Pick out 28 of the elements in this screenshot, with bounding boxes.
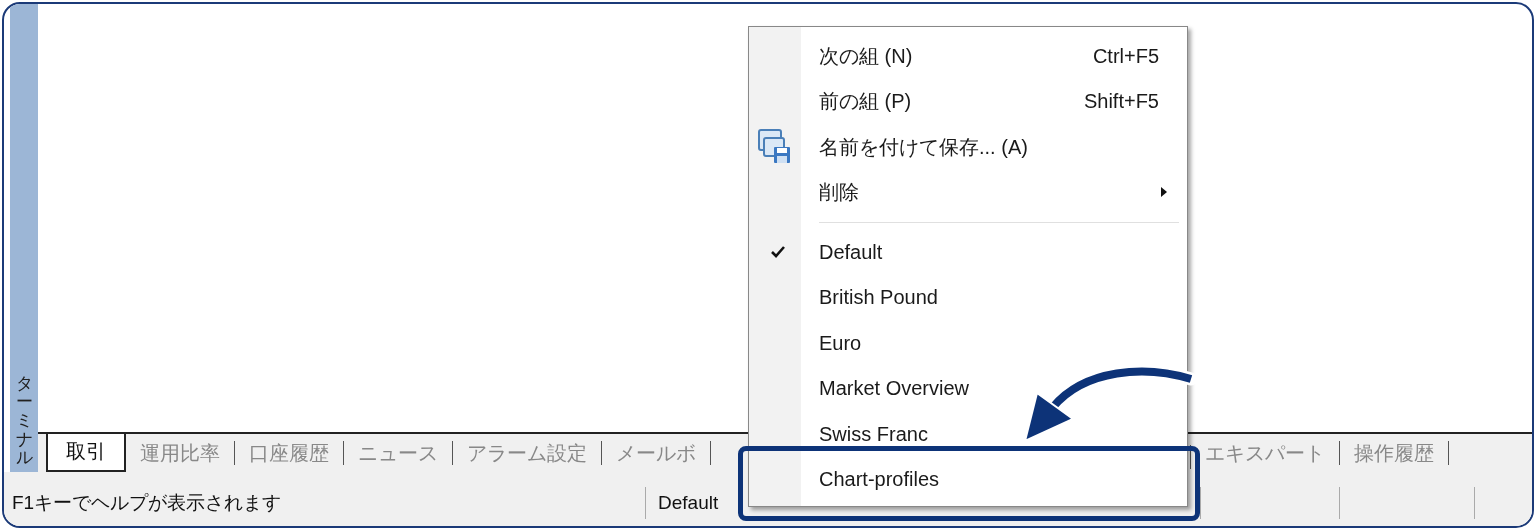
status-profile: Default <box>658 490 719 515</box>
menu-item[interactable]: Swiss Franc <box>749 411 1187 457</box>
menu-item-label: Default <box>819 239 883 265</box>
tab[interactable]: 取引 <box>46 434 126 472</box>
menu-item[interactable]: 次の組 (N) Ctrl+F5 <box>749 33 1187 79</box>
side-panel-title[interactable]: ターミナル <box>15 374 33 468</box>
shortcut-label: Shift+F5 <box>1083 89 1159 115</box>
menu-item[interactable]: Default <box>749 229 1187 275</box>
menu-item-label: Market Overview <box>819 376 970 402</box>
menu-item[interactable]: 名前を付けて保存... (A) <box>749 124 1187 170</box>
shortcut-label: Ctrl+F5 <box>1092 43 1159 69</box>
menu-item[interactable]: 削除 <box>749 169 1187 215</box>
status-message: F1キーでヘルプが表示されます <box>12 490 283 515</box>
menu-item[interactable]: British Pound <box>749 274 1187 320</box>
menu-item[interactable]: Chart-profiles <box>749 456 1187 502</box>
menu-item-label: 削除 <box>819 180 859 206</box>
menu-item[interactable]: 前の組 (P) Shift+F5 <box>749 78 1187 124</box>
submenu-arrow-icon <box>1161 187 1167 198</box>
menu-item-label: Swiss Franc <box>819 421 928 447</box>
menu-item-label: 次の組 (N) <box>819 43 913 69</box>
menu-item[interactable]: Euro <box>749 320 1187 366</box>
menu-item[interactable]: Market Overview <box>749 365 1187 411</box>
menu-item-label: Euro <box>819 330 862 356</box>
menu-item-label: Chart-profiles <box>819 467 940 493</box>
save-icon <box>758 128 792 165</box>
menu-item-label: 前の組 (P) <box>819 89 912 115</box>
menu-item-label: British Pound <box>819 285 938 311</box>
menu-item-label: 名前を付けて保存... (A) <box>819 134 1028 160</box>
